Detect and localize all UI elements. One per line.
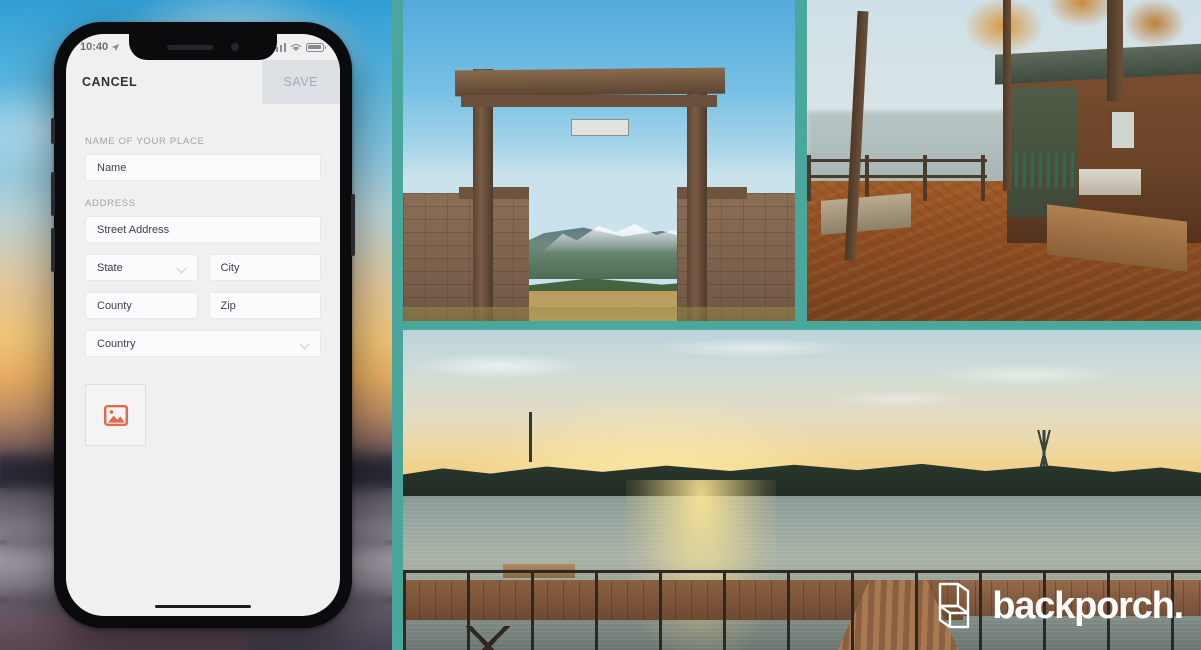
add-place-form: NAME OF YOUR PLACE Name ADDRESS Street A… [66, 114, 340, 616]
phone-mute-switch[interactable] [51, 118, 55, 144]
app-header: CANCEL SAVE [66, 60, 340, 104]
address-section-label: ADDRESS [85, 198, 136, 209]
front-camera [231, 43, 239, 51]
country-select[interactable]: Country [85, 330, 321, 357]
status-bar-time: 10:40 [80, 41, 109, 53]
name-input[interactable]: Name [85, 154, 321, 181]
cabin-tree-trunk-right [1107, 0, 1123, 101]
backporch-wordmark: backporch. [992, 585, 1184, 627]
gate-top-beam [454, 67, 726, 97]
county-zip-row: County Zip [85, 292, 321, 319]
county-input[interactable]: County [85, 292, 198, 319]
lake-dock-cross-brace [403, 626, 573, 650]
app-screenshot: backporch. 10:40 CANCEL SAVE NAME OF YOU… [0, 0, 1201, 650]
gate-sign [571, 119, 629, 136]
location-arrow-icon [112, 43, 120, 51]
state-select[interactable]: State [85, 254, 198, 281]
autumn-cabin-photo [807, 0, 1201, 321]
gate-grass [403, 307, 795, 321]
earpiece-speaker [167, 44, 213, 50]
cabin-bench [1079, 169, 1141, 195]
wifi-icon [290, 43, 302, 51]
state-city-row: State City [85, 254, 321, 281]
cabin-tree-trunk-mid [1003, 0, 1011, 191]
phone-mockup: 10:40 CANCEL SAVE NAME OF YOUR PLACE Nam… [51, 22, 355, 628]
image-placeholder-icon [103, 404, 128, 426]
backporch-logo: backporch. [934, 580, 1184, 632]
street-address-input[interactable]: Street Address [85, 216, 321, 243]
phone-volume-up-button[interactable] [51, 172, 55, 216]
phone-notch [129, 34, 277, 60]
gate-stone-wall-left [403, 193, 529, 321]
photo-upload-button[interactable] [85, 384, 146, 446]
zip-input[interactable]: Zip [208, 292, 321, 319]
battery-icon [306, 42, 327, 52]
lake-clouds [403, 330, 1201, 480]
photo-gallery: backporch. [392, 0, 1201, 650]
save-button[interactable]: SAVE [261, 60, 340, 104]
phone-volume-down-button[interactable] [51, 228, 55, 272]
lake-dock-railing [403, 570, 1201, 573]
city-input[interactable]: City [208, 254, 321, 281]
gate-wall-cap-left [459, 187, 529, 199]
ranch-gate-mountains-photo [403, 0, 795, 321]
cancel-button[interactable]: CANCEL [82, 75, 137, 89]
name-section-label: NAME OF YOUR PLACE [85, 136, 205, 147]
cabin-autumn-foliage [807, 0, 1047, 167]
home-indicator[interactable] [155, 604, 251, 608]
phone-power-button[interactable] [351, 194, 355, 256]
backporch-cube-icon [939, 582, 970, 629]
lake-radio-tower [529, 412, 532, 462]
gate-lower-beam [461, 95, 717, 107]
phone-screen: 10:40 CANCEL SAVE NAME OF YOUR PLACE Nam… [66, 34, 340, 616]
